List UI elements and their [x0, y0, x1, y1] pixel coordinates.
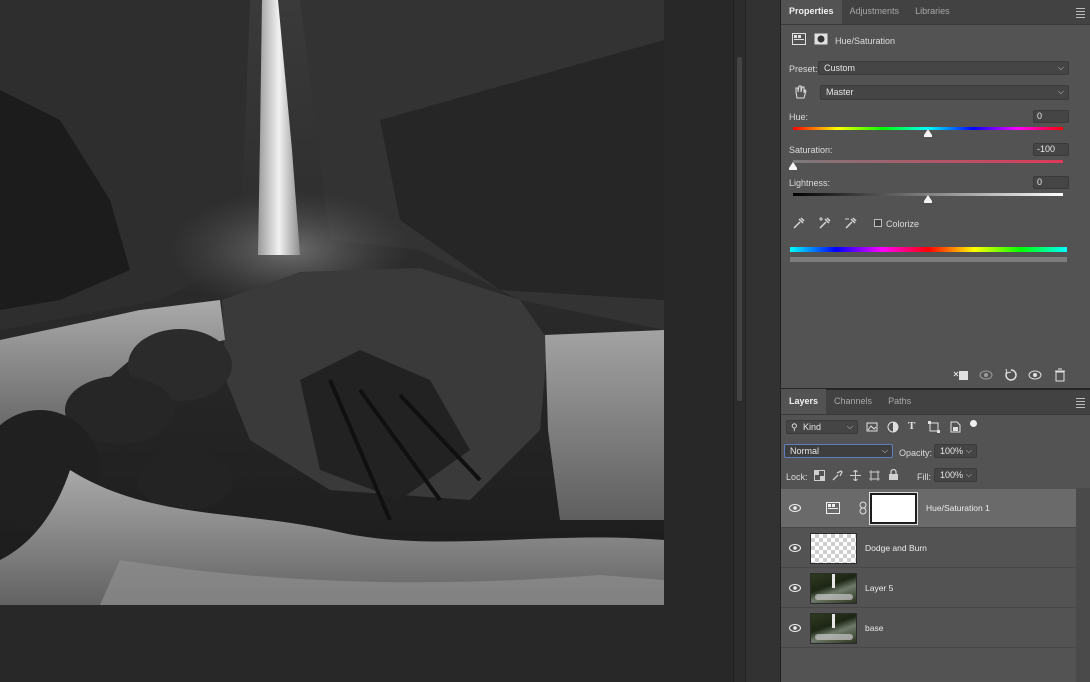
layer-row-layer-5[interactable]: Layer 5 — [781, 569, 1076, 608]
panel-menu-icon[interactable] — [1076, 8, 1085, 20]
tab-properties[interactable]: Properties — [781, 0, 842, 24]
visibility-eye-icon[interactable] — [789, 622, 801, 634]
trash-icon[interactable] — [1052, 368, 1068, 382]
chevron-down-icon: ⌵ — [881, 446, 888, 455]
layers-scrollbar[interactable] — [1076, 488, 1090, 682]
chevron-down-icon: ⌵ — [965, 446, 972, 455]
filter-type-icon[interactable]: T — [908, 420, 915, 432]
lightness-value-input[interactable]: 0 — [1033, 176, 1069, 189]
chevron-down-icon: ⌵ — [846, 422, 853, 431]
waterfall-photo-image — [0, 0, 664, 605]
channel-select[interactable]: Master ⌵ — [820, 85, 1069, 100]
tab-paths[interactable]: Paths — [880, 389, 919, 414]
saturation-slider-knob[interactable] — [789, 162, 797, 170]
mask-icon[interactable] — [814, 33, 828, 45]
colorize-label: Colorize — [886, 219, 920, 229]
toggle-visibility-icon[interactable] — [1027, 368, 1043, 382]
layers-tab-bar: Layers Channels Paths — [781, 389, 1090, 415]
hue-value-input[interactable]: 0 — [1033, 110, 1069, 123]
tab-adjustments[interactable]: Adjustments — [842, 0, 908, 24]
filter-shape-icon[interactable] — [928, 421, 940, 433]
document-canvas-area[interactable] — [0, 0, 733, 682]
blend-mode-value: Normal — [790, 446, 820, 456]
lightness-slider-knob[interactable] — [924, 195, 932, 203]
reset-icon[interactable] — [1003, 368, 1019, 382]
lock-image-pixels-icon[interactable] — [832, 470, 843, 481]
chevron-down-icon: ⌵ — [1057, 63, 1064, 72]
saturation-value-input[interactable]: -100 — [1033, 143, 1069, 156]
visibility-eye-icon[interactable] — [789, 542, 801, 554]
layer-filter-kind-select[interactable]: ⚲ Kind ⌵ — [786, 420, 858, 434]
eyedropper-subtract-icon[interactable] — [844, 216, 858, 230]
blend-mode-select[interactable]: Normal ⌵ — [784, 444, 893, 458]
lightness-label: Lightness: — [789, 178, 831, 188]
tab-layers[interactable]: Layers — [781, 389, 827, 414]
tab-channels[interactable]: Channels — [826, 389, 880, 414]
lock-transparent-pixels-icon[interactable] — [814, 470, 825, 481]
saturation-slider[interactable] — [793, 160, 1063, 163]
opacity-label: Opacity: — [899, 448, 933, 458]
targeted-adjustment-hand-icon[interactable] — [792, 84, 808, 100]
adjustment-title: Hue/Saturation — [835, 36, 896, 46]
preset-select-value: Custom — [824, 63, 856, 73]
input-color-bar — [790, 247, 1067, 252]
layer-name[interactable]: base — [865, 609, 883, 648]
clip-to-layer-icon[interactable] — [953, 368, 969, 382]
filter-toggle-icon[interactable] — [970, 420, 977, 427]
tab-libraries[interactable]: Libraries — [907, 0, 958, 24]
link-chain-icon[interactable] — [859, 501, 867, 515]
filter-smart-object-icon[interactable] — [949, 421, 961, 433]
preset-label: Preset: — [789, 64, 818, 74]
panel-dock-collapsed — [745, 0, 780, 682]
layer-name[interactable]: Hue/Saturation 1 — [926, 489, 990, 528]
output-color-bar — [790, 257, 1067, 262]
fill-value: 100% — [940, 470, 964, 480]
panel-menu-icon[interactable] — [1076, 398, 1085, 410]
layer-row-dodge-and-burn[interactable]: Dodge and Burn — [781, 529, 1076, 568]
hue-slider-knob[interactable] — [924, 129, 932, 137]
layer-row-base[interactable]: base — [781, 609, 1076, 648]
layer-mask-thumbnail[interactable] — [869, 492, 918, 525]
lock-artboard-icon[interactable] — [869, 470, 880, 481]
filter-kind-value: Kind — [803, 422, 822, 432]
saturation-label: Saturation: — [789, 145, 833, 155]
fill-input[interactable]: 100% ⌵ — [934, 468, 977, 482]
properties-tab-bar: Properties Adjustments Libraries — [781, 0, 1090, 25]
filter-pixel-icon[interactable] — [866, 421, 878, 433]
layer-image-thumbnail[interactable] — [810, 573, 857, 604]
chevron-down-icon: ⌵ — [965, 470, 972, 479]
layer-name[interactable]: Layer 5 — [865, 569, 893, 608]
opacity-input[interactable]: 100% ⌵ — [934, 444, 977, 458]
layer-name[interactable]: Dodge and Burn — [865, 529, 927, 568]
lock-all-icon[interactable] — [888, 469, 899, 481]
document-scrollbar[interactable] — [733, 0, 745, 682]
channel-select-value: Master — [826, 87, 854, 97]
scrollbar-thumb[interactable] — [736, 56, 743, 402]
visibility-eye-icon[interactable] — [789, 582, 801, 594]
visibility-eye-icon[interactable] — [789, 502, 801, 514]
eyedropper-add-icon[interactable] — [818, 216, 832, 230]
layer-image-thumbnail[interactable] — [810, 613, 857, 644]
lock-label: Lock: — [786, 472, 808, 482]
opacity-value: 100% — [940, 446, 964, 456]
hue-label: Hue: — [789, 112, 809, 122]
chevron-down-icon: ⌵ — [1057, 87, 1064, 96]
lock-position-icon[interactable] — [850, 470, 861, 481]
waterfall-photo[interactable] — [0, 0, 664, 605]
search-icon: ⚲ — [791, 422, 798, 432]
adjustment-layer-icon — [826, 502, 840, 514]
fill-label: Fill: — [917, 472, 931, 482]
adjustment-layer-icon — [792, 33, 806, 45]
eyedropper-icon[interactable] — [792, 216, 806, 230]
preset-select[interactable]: Custom ⌵ — [818, 61, 1069, 75]
colorize-checkbox[interactable] — [874, 219, 882, 227]
layer-transparent-thumbnail[interactable] — [810, 533, 857, 564]
layer-row-hue-saturation[interactable]: Hue/Saturation 1 — [781, 489, 1076, 528]
view-previous-state-icon[interactable] — [978, 368, 994, 382]
filter-adjustment-icon[interactable] — [887, 421, 899, 433]
